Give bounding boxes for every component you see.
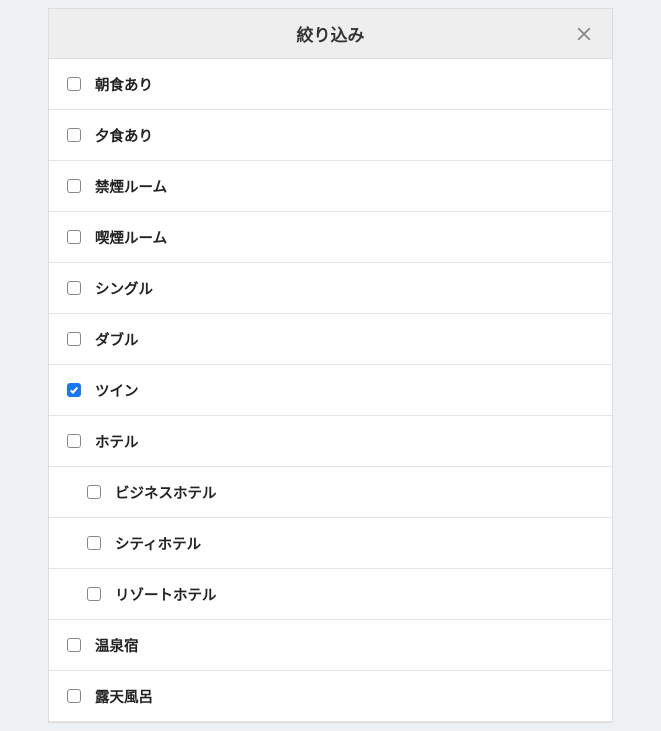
checkbox[interactable] [67, 689, 81, 703]
filter-option-row[interactable]: ダブル [49, 314, 612, 365]
checkbox[interactable] [67, 128, 81, 142]
filter-option-list: 朝食あり夕食あり禁煙ルーム喫煙ルームシングルダブルツインホテルビジネスホテルシテ… [49, 59, 612, 722]
filter-option-label: 朝食あり [95, 74, 153, 95]
filter-header: 絞り込み [49, 9, 612, 59]
filter-option-row[interactable]: ツイン [49, 365, 612, 416]
checkbox[interactable] [67, 332, 81, 346]
filter-option-row[interactable]: 喫煙ルーム [49, 212, 612, 263]
close-icon [573, 23, 595, 45]
filter-option-label: 温泉宿 [95, 635, 139, 656]
filter-option-label: ダブル [95, 329, 139, 350]
check-icon [69, 385, 79, 395]
filter-option-label: 喫煙ルーム [95, 227, 167, 248]
filter-option-label: 禁煙ルーム [95, 176, 167, 197]
filter-option-row[interactable]: シングル [49, 263, 612, 314]
checkbox[interactable] [67, 179, 81, 193]
filter-option-label: ビジネスホテル [115, 482, 217, 503]
checkbox[interactable] [87, 536, 101, 550]
checkbox[interactable] [67, 638, 81, 652]
filter-option-row[interactable]: ビジネスホテル [49, 467, 612, 518]
filter-title: 絞り込み [297, 21, 365, 46]
checkbox[interactable] [67, 230, 81, 244]
filter-option-row[interactable]: 朝食あり [49, 59, 612, 110]
checkbox[interactable] [67, 281, 81, 295]
filter-option-label: 夕食あり [95, 125, 153, 146]
filter-panel: 絞り込み 朝食あり夕食あり禁煙ルーム喫煙ルームシングルダブルツインホテルビジネス… [48, 8, 613, 723]
filter-option-row[interactable]: 禁煙ルーム [49, 161, 612, 212]
filter-option-label: ホテル [95, 431, 139, 452]
filter-option-label: シティホテル [115, 533, 201, 554]
checkbox[interactable] [67, 383, 81, 397]
filter-option-row[interactable]: 露天風呂 [49, 671, 612, 722]
filter-option-row[interactable]: ホテル [49, 416, 612, 467]
checkbox[interactable] [67, 434, 81, 448]
filter-option-row[interactable]: 夕食あり [49, 110, 612, 161]
filter-option-label: リゾートホテル [115, 584, 217, 605]
filter-option-label: 露天風呂 [95, 686, 153, 707]
filter-option-label: シングル [95, 278, 153, 299]
checkbox[interactable] [67, 77, 81, 91]
checkbox[interactable] [87, 485, 101, 499]
filter-option-label: ツイン [95, 380, 139, 401]
filter-option-row[interactable]: 温泉宿 [49, 620, 612, 671]
close-button[interactable] [568, 18, 600, 50]
checkbox[interactable] [87, 587, 101, 601]
filter-option-row[interactable]: シティホテル [49, 518, 612, 569]
filter-option-row[interactable]: リゾートホテル [49, 569, 612, 620]
